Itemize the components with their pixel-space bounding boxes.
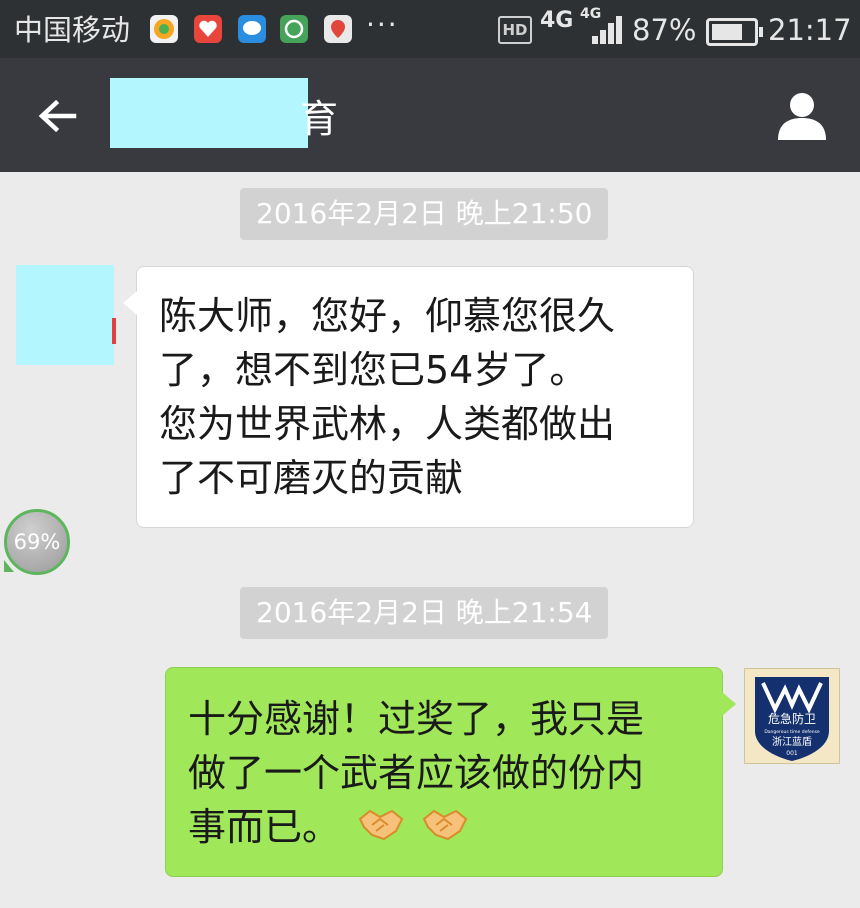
message-line: 十分感谢！过奖了，我只是 [188, 697, 645, 741]
signal-strength-icon [590, 14, 626, 44]
message-line: 您为世界武林，人类都做出 [159, 402, 616, 446]
more-notifications-icon: ··· [366, 8, 399, 41]
message-line: 事而已。 [188, 805, 341, 849]
chat-title-suffix: 育 [300, 97, 339, 141]
hd-voice-icon: HD [498, 16, 532, 44]
sync-app-icon [280, 15, 308, 43]
network-type-label: 4G [540, 8, 574, 33]
battery-percent: 87% [632, 13, 697, 47]
handshake-emoji-icon [422, 803, 468, 857]
browser-app-icon [150, 15, 178, 43]
message-line-with-emoji: 事而已。 [188, 800, 702, 857]
message-line: 做了一个武者应该做的份内 [188, 751, 645, 795]
message-timestamp: 2016年2月2日 晚上21:54 [240, 587, 609, 639]
incoming-message-bubble[interactable]: 陈大师，您好，仰慕您很久 了，想不到您已54岁了。 您为世界武林，人类都做出 了… [123, 266, 694, 528]
sender-avatar[interactable] [16, 265, 114, 365]
carrier-name: 中国移动 [14, 13, 131, 47]
handshake-emoji-icon [358, 803, 404, 857]
avatar-text-sub: Dangerous time defense [764, 729, 820, 735]
message-app-icon [238, 15, 266, 43]
floating-percent-badge[interactable]: 69% [4, 509, 70, 575]
avatar-text-bottom: 浙江蓝盾 [772, 736, 812, 748]
message-line: 了，想不到您已54岁了。 [159, 348, 588, 392]
outgoing-message-bubble[interactable]: 十分感谢！过奖了，我只是 做了一个武者应该做的份内 事而已。 [165, 667, 736, 877]
status-clock: 21:17 [768, 13, 852, 47]
profile-person-icon[interactable] [774, 90, 830, 142]
redacted-name-block [110, 78, 308, 148]
health-app-icon [194, 15, 222, 43]
battery-icon [706, 18, 763, 46]
status-bar: 中国移动 ··· HD 4G 4G 87% 21:17 [0, 0, 860, 58]
message-line: 了不可磨灭的贡献 [159, 456, 464, 500]
avatar-edge-decoration [112, 318, 116, 344]
back-arrow-icon[interactable] [36, 94, 80, 138]
map-app-icon [324, 15, 352, 43]
avatar-number: 001 [786, 750, 798, 757]
message-timestamp: 2016年2月2日 晚上21:50 [240, 188, 609, 240]
my-avatar[interactable]: 危急防卫 Dangerous time defense 浙江蓝盾 001 [744, 668, 840, 764]
avatar-text-top: 危急防卫 [768, 711, 816, 726]
message-line: 陈大师，您好，仰慕您很久 [159, 294, 616, 338]
chat-header: 育 [0, 58, 860, 172]
